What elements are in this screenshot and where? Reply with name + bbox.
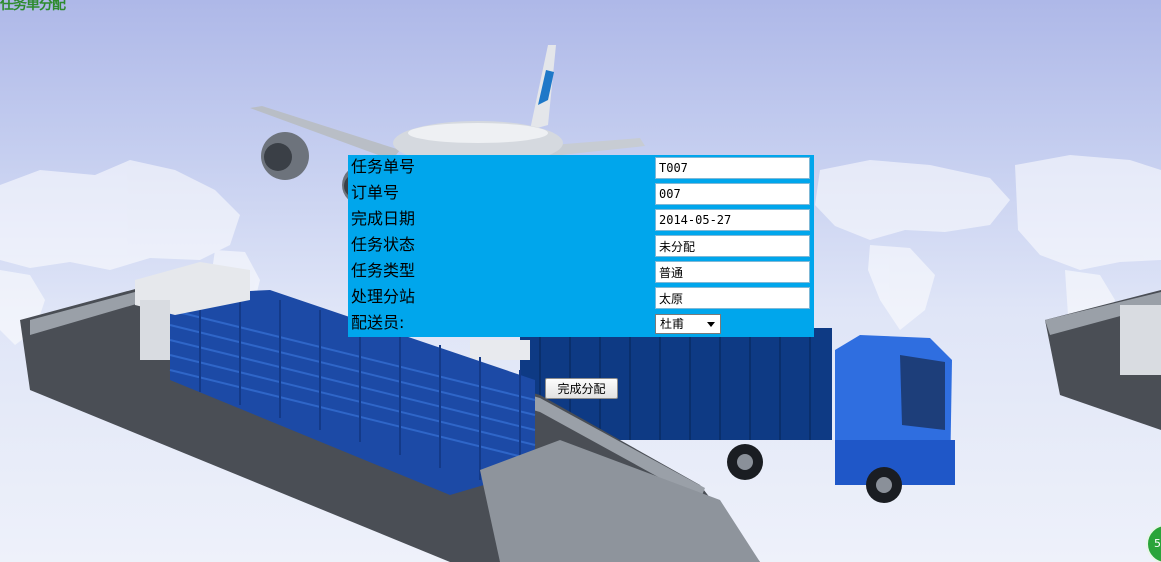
- branch-station-label: 处理分站: [351, 287, 416, 306]
- task-type-label: 任务类型: [351, 261, 416, 280]
- form-row-task-type: 任务类型: [348, 259, 814, 285]
- courier-label: 配送员:: [351, 313, 405, 332]
- complete-assignment-button[interactable]: 完成分配: [545, 378, 618, 399]
- order-number-input[interactable]: [655, 183, 810, 205]
- completion-date-input[interactable]: [655, 209, 810, 231]
- completion-date-label: 完成日期: [351, 209, 416, 228]
- form-row-courier: 配送员: 杜甫: [348, 311, 814, 337]
- task-status-label: 任务状态: [351, 235, 416, 254]
- chevron-down-icon: [707, 322, 715, 327]
- order-number-label: 订单号: [351, 183, 400, 202]
- courier-selected-value: 杜甫: [660, 317, 685, 331]
- form-row-task-status: 任务状态: [348, 233, 814, 259]
- task-assignment-form: 任务单号 订单号 完成日期 任务状态 任务类型 处理分站 配送员: 杜甫: [348, 155, 814, 337]
- page-root: 任务单分配 任务单号 订单号 完成日期 任务状态 任务类型 处理分站 配送员:: [0, 0, 1161, 562]
- form-row-task-number: 任务单号: [348, 155, 814, 181]
- task-type-input[interactable]: [655, 261, 810, 283]
- page-title: 任务单分配: [0, 0, 66, 13]
- form-row-completion-date: 完成日期: [348, 207, 814, 233]
- branch-station-input[interactable]: [655, 287, 810, 309]
- task-number-label: 任务单号: [351, 157, 416, 176]
- courier-select[interactable]: 杜甫: [655, 314, 721, 334]
- task-status-input[interactable]: [655, 235, 810, 257]
- form-row-order-number: 订单号: [348, 181, 814, 207]
- task-number-input[interactable]: [655, 157, 810, 179]
- form-row-branch-station: 处理分站: [348, 285, 814, 311]
